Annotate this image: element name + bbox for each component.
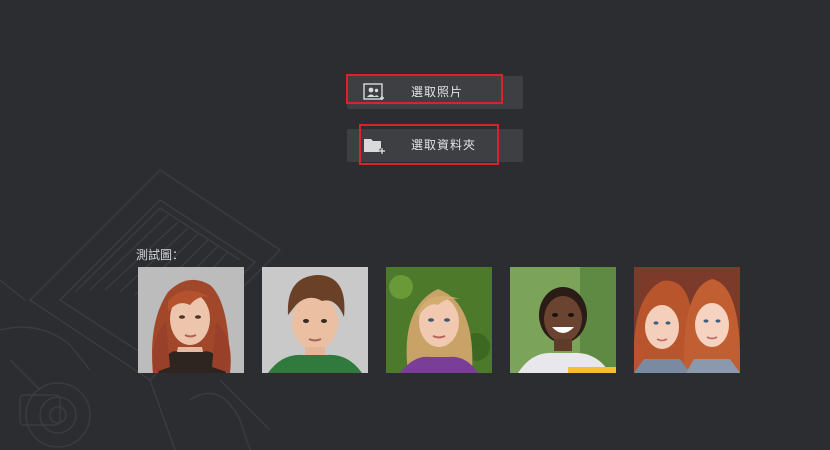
test-image-thumbnail[interactable] <box>386 267 492 373</box>
portrait-smiling-girl-image <box>510 267 616 373</box>
test-image-thumbnail[interactable] <box>138 267 244 373</box>
app-stage: 選取照片 選取資料夾 測試圖： <box>0 0 830 450</box>
portrait-girl-blonde-image <box>386 267 492 373</box>
person-photo-icon <box>363 83 384 100</box>
test-image-thumbnail[interactable] <box>510 267 616 373</box>
test-images-heading: 測試圖： <box>136 248 185 262</box>
test-image-thumbnail[interactable] <box>262 267 368 373</box>
background-camera-illustration <box>0 169 301 450</box>
select-folder-label: 選取資料夾 <box>411 138 477 152</box>
portrait-boy-image <box>262 267 368 373</box>
portrait-twin-girls-image <box>634 267 740 373</box>
select-photo-label: 選取照片 <box>411 85 464 99</box>
portrait-woman-red-hair-image <box>138 267 244 373</box>
select-photo-button[interactable]: 選取照片 <box>347 76 523 109</box>
test-image-thumbnail[interactable] <box>634 267 740 373</box>
folder-add-icon <box>364 139 385 154</box>
select-folder-button[interactable]: 選取資料夾 <box>347 129 523 162</box>
